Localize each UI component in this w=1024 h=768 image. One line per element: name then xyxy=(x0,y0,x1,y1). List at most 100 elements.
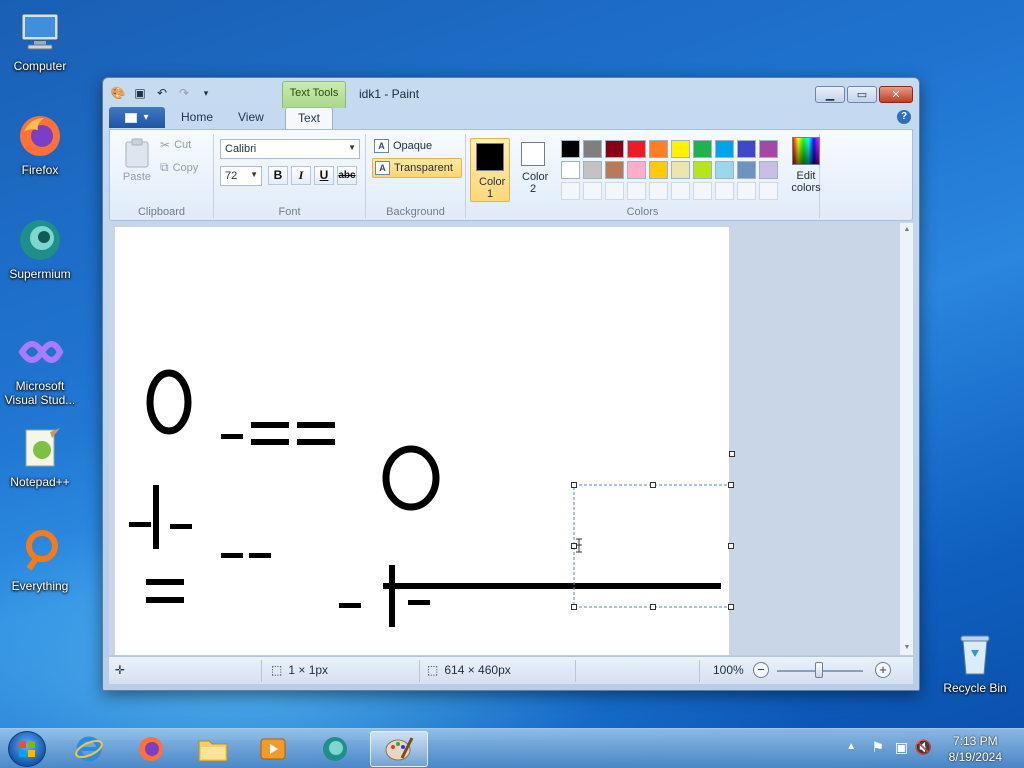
action-center-flag-icon[interactable]: ⚑ xyxy=(871,739,884,756)
font-size-select[interactable]: 72 ▼ xyxy=(220,166,262,186)
palette-swatch[interactable] xyxy=(627,140,646,158)
recycle-bin-icon xyxy=(951,630,999,678)
scroll-up-icon[interactable]: ▲ xyxy=(900,223,913,237)
palette-swatch[interactable] xyxy=(561,182,580,200)
palette-swatch[interactable] xyxy=(627,161,646,179)
italic-button[interactable]: I xyxy=(291,166,311,185)
opaque-option[interactable]: A Opaque xyxy=(372,136,462,156)
zoom-in-button[interactable]: + xyxy=(875,662,891,678)
paint-menu-button[interactable]: ▾ xyxy=(109,107,165,128)
scroll-down-icon[interactable]: ▼ xyxy=(900,641,913,655)
palette-swatch[interactable] xyxy=(737,140,756,158)
cut-button[interactable]: ✂ Cut xyxy=(160,138,191,152)
resize-handle[interactable] xyxy=(728,543,734,549)
show-hidden-icons-icon[interactable]: ▲ xyxy=(846,741,856,752)
minimize-button[interactable]: ▁ xyxy=(815,86,845,103)
desktop-icon-label: Everything xyxy=(11,579,69,593)
taskbar-supermium[interactable] xyxy=(306,731,364,767)
network-icon[interactable]: ▣ xyxy=(895,739,908,756)
palette-swatch[interactable] xyxy=(605,140,624,158)
palette-swatch[interactable] xyxy=(737,161,756,179)
palette-swatch[interactable] xyxy=(583,140,602,158)
close-button[interactable]: ✕ xyxy=(879,86,913,103)
resize-handle[interactable] xyxy=(728,604,734,610)
tab-text[interactable]: Text xyxy=(285,107,334,130)
palette-swatch[interactable] xyxy=(759,140,778,158)
palette-swatch[interactable] xyxy=(715,161,734,179)
palette-swatch[interactable] xyxy=(671,140,690,158)
palette-swatch[interactable] xyxy=(605,161,624,179)
palette-swatch[interactable] xyxy=(671,182,690,200)
palette-swatch[interactable] xyxy=(759,182,778,200)
palette-swatch[interactable] xyxy=(693,182,712,200)
palette-swatch[interactable] xyxy=(649,182,668,200)
palette-swatch[interactable] xyxy=(583,161,602,179)
maximize-button[interactable]: ▭ xyxy=(847,86,877,103)
ribbon: Paste ✂ Cut ⧉ Copy Clipboard Calibri ▼ 7… xyxy=(109,129,913,221)
zoom-slider-thumb[interactable] xyxy=(815,662,823,678)
palette-swatch[interactable] xyxy=(627,182,646,200)
palette-swatch[interactable] xyxy=(649,140,668,158)
resize-handle[interactable] xyxy=(571,543,577,549)
desktop-icon-visual-studio[interactable]: Microsoft Visual Stud... xyxy=(1,328,79,407)
palette-swatch[interactable] xyxy=(715,140,734,158)
color-spectrum-icon xyxy=(792,137,820,165)
palette-swatch[interactable] xyxy=(693,140,712,158)
palette-swatch[interactable] xyxy=(649,161,668,179)
canvas-resize-handle[interactable] xyxy=(729,451,735,457)
desktop-icon-supermium[interactable]: Supermium xyxy=(1,216,79,281)
save-icon[interactable]: ▣ xyxy=(131,84,149,102)
resize-handle[interactable] xyxy=(571,604,577,610)
title-bar[interactable]: 🎨 ▣ ↶ ↷ ▾ Text Tools idk1 - Paint ▁ ▭ ✕ xyxy=(103,78,919,108)
desktop-icon-notepadpp[interactable]: Notepad++ xyxy=(1,424,79,489)
taskbar-file-explorer[interactable] xyxy=(184,731,242,767)
palette-swatch[interactable] xyxy=(737,182,756,200)
palette-swatch[interactable] xyxy=(583,182,602,200)
vertical-scrollbar[interactable]: ▲ ▼ xyxy=(899,223,913,655)
resize-handle[interactable] xyxy=(650,482,656,488)
taskbar-media-player[interactable] xyxy=(244,731,302,767)
underline-button[interactable]: U xyxy=(314,166,334,185)
taskbar-paint[interactable] xyxy=(370,731,428,767)
desktop-icon-everything[interactable]: Everything xyxy=(1,528,79,593)
copy-button[interactable]: ⧉ Copy xyxy=(160,160,198,175)
supermium-icon xyxy=(323,737,347,761)
drawing-canvas[interactable] xyxy=(115,227,734,655)
edit-colors-button[interactable]: Edit colors xyxy=(786,137,826,194)
font-family-select[interactable]: Calibri ▼ xyxy=(220,139,360,159)
palette-swatch[interactable] xyxy=(671,161,690,179)
color2-selector[interactable]: Color 2 xyxy=(513,138,553,202)
undo-icon[interactable]: ↶ xyxy=(153,84,171,102)
transparent-option[interactable]: A Transparent xyxy=(372,158,462,178)
clock[interactable]: 7:13 PM 8/19/2024 xyxy=(949,733,1002,765)
taskbar-internet-explorer[interactable] xyxy=(60,731,118,767)
palette-swatch[interactable] xyxy=(759,161,778,179)
palette-swatch[interactable] xyxy=(693,161,712,179)
desktop-icon-computer[interactable]: Computer xyxy=(1,8,79,73)
paste-button[interactable]: Paste xyxy=(118,138,156,183)
redo-icon[interactable]: ↷ xyxy=(175,84,193,102)
resize-handle[interactable] xyxy=(728,482,734,488)
resize-handle[interactable] xyxy=(650,604,656,610)
help-icon[interactable]: ? xyxy=(897,110,911,124)
zoom-out-button[interactable]: − xyxy=(753,662,769,678)
palette-swatch[interactable] xyxy=(561,161,580,179)
bold-button[interactable]: B xyxy=(268,166,288,185)
volume-muted-icon[interactable]: 🔇 xyxy=(915,739,932,756)
desktop-icon-recycle-bin[interactable]: Recycle Bin xyxy=(936,630,1014,695)
tab-home[interactable]: Home xyxy=(181,110,213,124)
tab-view[interactable]: View xyxy=(238,110,264,124)
palette-swatch[interactable] xyxy=(605,182,624,200)
palette-swatch[interactable] xyxy=(561,140,580,158)
desktop-icon-firefox[interactable]: Firefox xyxy=(1,112,79,177)
color1-selector[interactable]: Color 1 xyxy=(470,138,510,202)
resize-handle[interactable] xyxy=(571,482,577,488)
customize-qat-icon[interactable]: ▾ xyxy=(197,84,215,102)
strikethrough-button[interactable]: abc xyxy=(337,166,357,185)
taskbar-firefox[interactable] xyxy=(122,731,180,767)
canvas-area[interactable]: ▲ ▼ xyxy=(109,223,913,655)
start-button[interactable] xyxy=(8,731,46,767)
move-cursor-icon: ✛ xyxy=(115,663,126,677)
palette-swatch[interactable] xyxy=(715,182,734,200)
paint-app-icon[interactable]: 🎨 xyxy=(109,84,127,102)
